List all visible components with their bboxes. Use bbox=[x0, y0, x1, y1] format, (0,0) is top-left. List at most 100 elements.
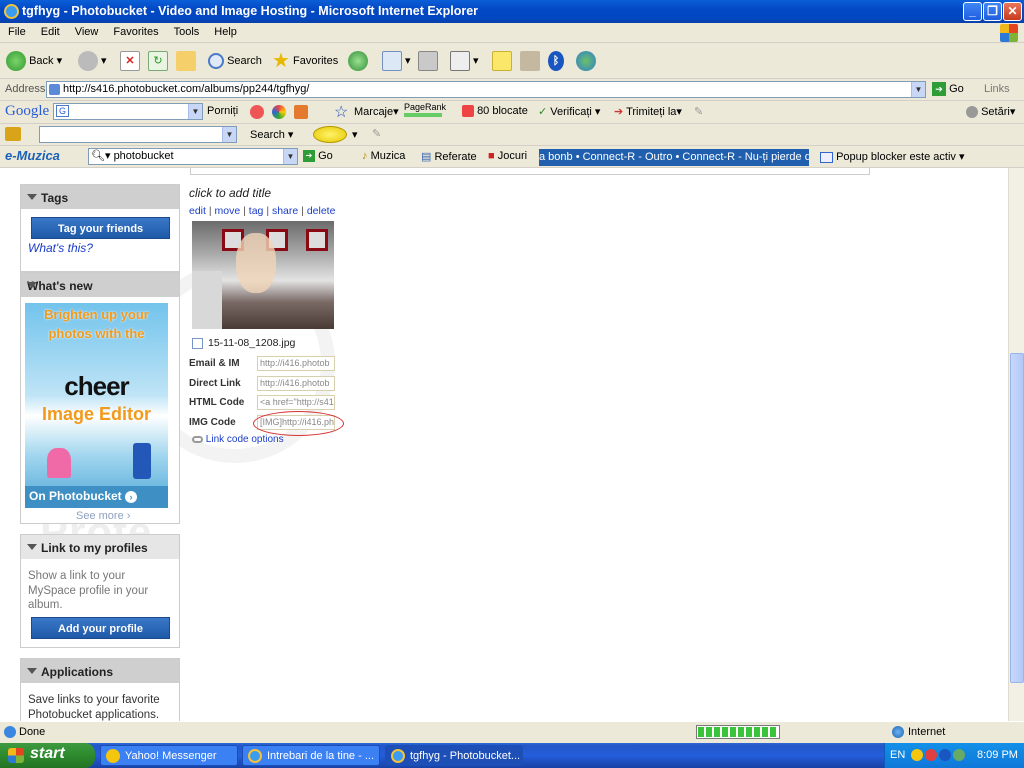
menu-favorites[interactable]: Favorites bbox=[105, 23, 165, 38]
edit-link[interactable]: edit bbox=[189, 205, 206, 217]
menu-view[interactable]: View bbox=[67, 23, 106, 38]
mail-button[interactable]: ▾ bbox=[382, 49, 411, 73]
delete-link[interactable]: delete bbox=[307, 205, 336, 217]
menu-edit[interactable]: Edit bbox=[33, 23, 67, 38]
notes-button[interactable] bbox=[492, 49, 512, 73]
favorites-button[interactable]: ★ Favorites bbox=[272, 49, 338, 73]
referate-button[interactable]: ▤ Referate bbox=[421, 150, 477, 163]
see-more-link[interactable]: See more › bbox=[76, 510, 130, 522]
yahoo-smiley-icon bbox=[106, 749, 120, 763]
html-code-field[interactable]: <a href="http://s41 bbox=[257, 395, 335, 410]
google-search-input[interactable]: G ▼ bbox=[53, 103, 203, 120]
marcaje-button[interactable]: Marcaje▾ bbox=[354, 105, 399, 118]
window-titlebar[interactable]: tgfhyg - Photobucket - Video and Image H… bbox=[0, 0, 1024, 23]
forward-button[interactable]: ▾ bbox=[78, 49, 107, 73]
add-profile-button[interactable]: Add your profile bbox=[31, 617, 170, 639]
task-yahoo-messenger[interactable]: Yahoo! Messenger bbox=[100, 745, 238, 766]
jocuri-button[interactable]: ■ Jocuri bbox=[488, 150, 527, 162]
emuzica-go-button[interactable]: ➔ Go bbox=[303, 150, 333, 163]
tags-header[interactable]: Tags bbox=[21, 185, 179, 209]
network-tray-icon[interactable] bbox=[953, 749, 965, 761]
history-button[interactable] bbox=[348, 49, 368, 73]
applications-header[interactable]: Applications bbox=[21, 659, 179, 683]
ie-icon bbox=[391, 749, 405, 763]
ad-footer: On Photobucket › bbox=[25, 486, 168, 508]
email-im-field[interactable]: http://i416.photob bbox=[257, 356, 335, 371]
link-profiles-header[interactable]: Link to my profiles bbox=[21, 535, 179, 559]
music-ticker[interactable]: a bonb • Connect-R - Outro • Connect-R -… bbox=[539, 149, 809, 166]
messenger-button[interactable] bbox=[576, 49, 596, 73]
toolbar-search-dropdown[interactable]: ▼ bbox=[222, 127, 236, 142]
menu-file[interactable]: File bbox=[0, 23, 33, 38]
page-content: Prote Tags Tag your friends What's this?… bbox=[0, 168, 1024, 721]
progress-bar bbox=[696, 725, 780, 739]
scrollbar-thumb[interactable] bbox=[1010, 353, 1024, 683]
porniti-button[interactable]: Porniți bbox=[207, 105, 238, 117]
menu-help[interactable]: Help bbox=[206, 23, 244, 38]
tag-friends-button[interactable]: Tag your friends bbox=[31, 217, 170, 239]
yahoo-tray-icon[interactable] bbox=[911, 749, 923, 761]
search-button[interactable]: Search bbox=[208, 49, 262, 73]
start-button[interactable]: start bbox=[0, 743, 95, 768]
task-photobucket[interactable]: tgfhyg - Photobucket... bbox=[385, 745, 523, 766]
autofill-icon[interactable] bbox=[294, 105, 308, 119]
messenger-tray-icon[interactable] bbox=[925, 749, 937, 761]
clock[interactable]: 8:09 PM bbox=[977, 749, 1018, 761]
minimize-button[interactable]: _ bbox=[963, 2, 982, 21]
address-input[interactable]: http://s416.photobucket.com/albums/pp244… bbox=[46, 81, 926, 98]
links-button[interactable]: Links bbox=[984, 83, 1010, 95]
go-button[interactable]: ➔ Go bbox=[932, 82, 964, 96]
popup-icon[interactable] bbox=[250, 105, 264, 119]
share-link[interactable]: share bbox=[272, 205, 298, 217]
spell-icon[interactable] bbox=[272, 105, 286, 119]
pagerank-indicator[interactable]: PageRank bbox=[404, 102, 446, 117]
move-link[interactable]: move bbox=[215, 205, 241, 217]
close-button[interactable]: ✕ bbox=[1003, 2, 1022, 21]
language-indicator[interactable]: EN bbox=[890, 749, 905, 761]
photo-frame-3 bbox=[306, 229, 328, 251]
muzica-button[interactable]: ♪ Muzica bbox=[362, 150, 405, 162]
smiley-dropdown[interactable]: ▾ bbox=[352, 128, 358, 141]
refresh-button[interactable]: ↻ bbox=[148, 49, 168, 73]
back-button[interactable]: Back ▾ bbox=[6, 49, 62, 73]
emuzica-search-dropdown[interactable]: ▼ bbox=[283, 149, 297, 164]
bluetooth-button[interactable]: ᛒ bbox=[548, 49, 564, 73]
photo-select-checkbox[interactable] bbox=[192, 338, 203, 349]
setari-button[interactable]: Setări▾ bbox=[966, 105, 1015, 119]
address-label: Address bbox=[5, 83, 46, 95]
email-im-label: Email & IM bbox=[189, 358, 240, 369]
pencil-icon[interactable]: ✎ bbox=[694, 105, 703, 118]
toolbar-search-input[interactable]: ▼ bbox=[39, 126, 237, 143]
whats-this-link[interactable]: What's this? bbox=[28, 241, 93, 255]
toolbar-logo-icon[interactable] bbox=[5, 127, 21, 141]
research-button[interactable] bbox=[520, 49, 540, 73]
bluetooth-tray-icon[interactable] bbox=[939, 749, 951, 761]
popup-blocked-button[interactable]: 80 blocate bbox=[462, 105, 528, 118]
toolbar-search-button[interactable]: Search ▾ bbox=[250, 128, 293, 141]
system-tray: EN 8:09 PM bbox=[884, 743, 1024, 768]
edit-button[interactable]: ▾ bbox=[450, 49, 479, 73]
popup-blocker-status[interactable]: Popup blocker este activ ▾ bbox=[820, 150, 965, 163]
photo-title-placeholder[interactable]: click to add title bbox=[189, 186, 271, 200]
task-intrebari[interactable]: Intrebari de la tine - ... bbox=[242, 745, 380, 766]
menu-tools[interactable]: Tools bbox=[166, 23, 207, 38]
address-dropdown[interactable]: ▼ bbox=[911, 82, 925, 97]
maximize-button[interactable]: ❐ bbox=[983, 2, 1002, 21]
emuzica-search-input[interactable]: 🔍︎▾ photobucket ▼ bbox=[88, 148, 298, 165]
smiley-icon[interactable] bbox=[313, 126, 347, 143]
direct-link-field[interactable]: http://i416.photob bbox=[257, 376, 335, 391]
print-button[interactable] bbox=[418, 49, 438, 73]
cheer-image-editor-ad[interactable]: Brighten up your photos with the cheer Im… bbox=[25, 303, 168, 508]
link-code-options[interactable]: Link code options bbox=[192, 434, 284, 445]
tag-link[interactable]: tag bbox=[249, 205, 264, 217]
trimiteti-button[interactable]: ➔ Trimiteți la▾ bbox=[614, 105, 682, 118]
windows-flag-icon bbox=[8, 748, 24, 763]
home-button[interactable] bbox=[176, 49, 196, 73]
highlight-icon[interactable]: ✎ bbox=[372, 127, 381, 140]
photo-thumbnail[interactable] bbox=[192, 221, 334, 329]
google-search-dropdown[interactable]: ▼ bbox=[188, 104, 202, 119]
vertical-scrollbar[interactable] bbox=[1008, 168, 1024, 721]
verificati-button[interactable]: ✓ Verificați ▾ bbox=[538, 105, 600, 118]
stop-button[interactable]: ✕ bbox=[120, 49, 140, 73]
progress-fill bbox=[698, 727, 778, 737]
